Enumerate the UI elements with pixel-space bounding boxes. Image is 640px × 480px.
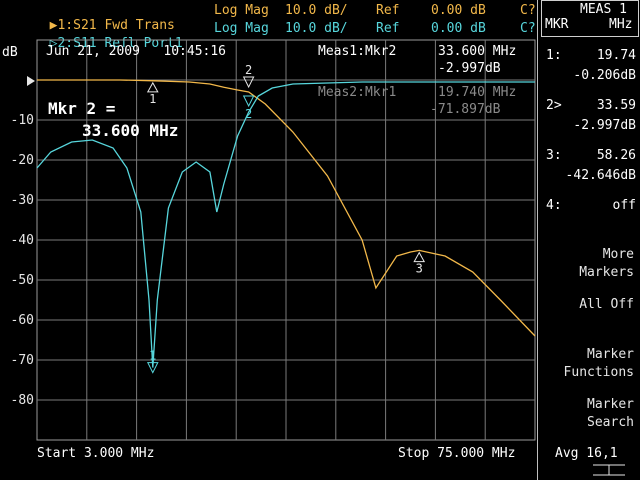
marker-number: 2: [245, 107, 252, 121]
meas2-label: Meas2:Mkr1: [318, 85, 397, 100]
softkey-label: Markers: [579, 265, 634, 280]
softkey-all-off[interactable]: All Off: [579, 296, 634, 314]
meas-box: MEAS 1 MKR MHz: [541, 0, 639, 37]
avg-indicator-icon: [593, 464, 625, 476]
y-tick-label: -60: [11, 313, 34, 328]
softkey-more-markers[interactable]: More Markers: [579, 246, 634, 282]
y-tick-label: -40: [11, 233, 34, 248]
meas1-label: Meas1:Mkr2: [318, 44, 397, 59]
marker-2-trace1[interactable]: 2: [242, 63, 255, 89]
y-tick-label: -30: [11, 193, 34, 208]
date-time: Jun 21, 2009 10:45:16: [46, 44, 227, 59]
softkey-marker-functions[interactable]: Marker Functions: [564, 346, 634, 382]
marker-table-freq: 33.59: [596, 98, 636, 113]
marker-triangle-icon: [242, 76, 255, 89]
marker-triangle-icon: [146, 81, 159, 93]
softkey-label: Search: [587, 415, 634, 430]
marker-table-num: 3:: [546, 148, 562, 163]
marker-table-value: -2.997dB: [573, 118, 636, 133]
softkey-label: Marker: [587, 347, 634, 362]
marker-table-value: -0.206dB: [573, 68, 636, 83]
marker-1-trace2[interactable]: 1: [146, 349, 159, 374]
softkey-marker-search[interactable]: Marker Search: [587, 396, 634, 432]
softkey-label: All Off: [579, 297, 634, 312]
marker-number: 2: [245, 63, 252, 77]
start-freq[interactable]: Start 3.000 MHz: [37, 446, 154, 461]
marker-number: 1: [149, 349, 156, 363]
panel-divider: [537, 0, 538, 480]
marker-table-freq: 19.74: [596, 48, 636, 63]
stop-freq[interactable]: Stop 75.000 MHz: [398, 446, 515, 461]
meas1-freq: 33.600 MHz: [438, 44, 517, 59]
active-marker-label: Mkr 2 =: [48, 99, 116, 118]
meas1-value: -2.997dB: [438, 61, 501, 76]
softkey-label: More: [602, 247, 634, 262]
marker-3-trace1[interactable]: 3: [413, 251, 426, 276]
y-tick-label: -10: [11, 113, 34, 128]
meas-box-title: MEAS 1: [580, 2, 627, 17]
marker-number: 1: [149, 92, 156, 106]
meas2-freq: 19.740 MHz: [438, 85, 517, 100]
active-marker-freq: 33.600 MHz: [82, 121, 179, 140]
softkey-label: Functions: [563, 365, 634, 380]
marker-table-num: 4:: [546, 198, 562, 213]
softkey-label: Marker: [587, 397, 634, 412]
avg-status: Avg 16,1: [555, 446, 618, 461]
marker-number: 3: [416, 262, 423, 276]
marker-triangle-icon: [413, 251, 426, 263]
marker-2-trace2[interactable]: 2: [242, 95, 255, 121]
marker-table-freq: 58.26: [596, 148, 636, 163]
y-tick-label: -50: [11, 273, 34, 288]
meas2-value: -71.897dB: [430, 102, 501, 117]
marker-table-value: -42.646dB: [565, 168, 636, 183]
ref-arrow-icon: [27, 76, 35, 86]
marker-triangle-icon: [242, 95, 255, 108]
marker-table-num: 1:: [546, 48, 562, 63]
meas-box-col1: MKR: [545, 17, 569, 32]
y-tick-label: -80: [11, 393, 34, 408]
unit-label: dB: [2, 45, 18, 60]
y-tick-label: -20: [11, 153, 34, 168]
marker-table-freq: off: [612, 198, 636, 213]
y-tick-label: -70: [11, 353, 34, 368]
meas-box-col2: MHz: [609, 17, 633, 32]
y-tick-labels: -10 -20 -30 -40 -50 -60 -70 -80: [11, 113, 34, 408]
marker-table-num: 2>: [546, 98, 562, 113]
marker-1-trace1[interactable]: 1: [146, 81, 159, 106]
